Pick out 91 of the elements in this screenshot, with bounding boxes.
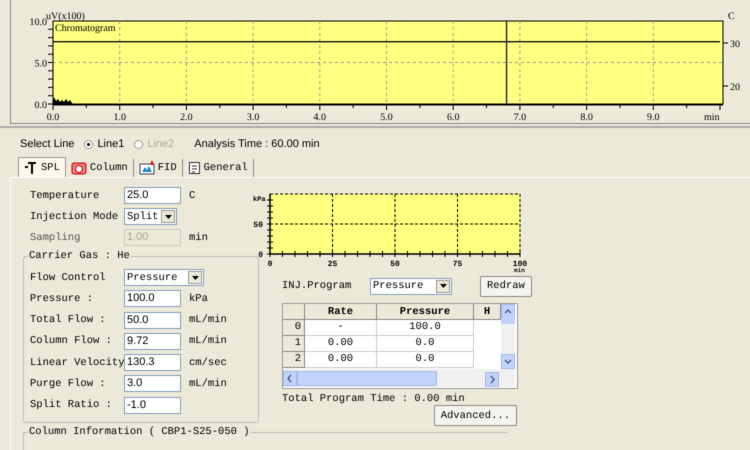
axis-tick-label: 5.0 bbox=[34, 58, 47, 70]
vertical-scrollbar[interactable] bbox=[501, 304, 515, 369]
input-field[interactable]: 130.3 bbox=[124, 354, 181, 372]
axis-tick-label: 75 bbox=[452, 260, 462, 269]
axis-tick-label: 0 bbox=[258, 251, 263, 260]
field-label: Purge Flow : bbox=[30, 378, 107, 390]
axis-tick-label: 10.0 bbox=[30, 17, 47, 28]
axis-tick-label: 0 bbox=[268, 260, 272, 269]
unit-label: cm/sec bbox=[189, 356, 227, 369]
axis-tick-label: 25 bbox=[328, 260, 338, 269]
unit-label: min bbox=[189, 232, 208, 244]
unit-label: mL/min bbox=[189, 378, 227, 390]
axis-tick-label: 100 bbox=[512, 260, 528, 269]
field-label: Split Ratio : bbox=[30, 399, 113, 412]
total-program-time-label: Total Program Time : 0.00 min bbox=[282, 393, 466, 405]
axis-tick-label: 50 bbox=[253, 221, 263, 230]
injector-icon bbox=[24, 160, 38, 174]
line-radio[interactable]: Line1 bbox=[84, 138, 124, 150]
horizontal-scrollbar[interactable] bbox=[283, 369, 515, 387]
field-label: Injection Mode bbox=[30, 210, 120, 222]
coil-icon bbox=[70, 161, 87, 175]
table-cell: 0.00 bbox=[305, 336, 377, 352]
column-header: H bbox=[474, 304, 501, 320]
axis-tick-label: 1.0 bbox=[113, 112, 126, 123]
axis-tick-label: 9.0 bbox=[647, 112, 660, 123]
table-cell: 0.0 bbox=[377, 352, 474, 368]
unit-label: mL/min bbox=[189, 314, 227, 326]
tab[interactable]: SPL bbox=[18, 157, 66, 177]
field-label: Flow Control bbox=[30, 272, 107, 284]
unit-label: mL/min bbox=[189, 335, 227, 348]
group-title: Column Information ( CBP1-S25-050 ) bbox=[28, 426, 251, 438]
field-label: Total Flow : bbox=[30, 314, 107, 326]
axis-tick-label: 6.0 bbox=[446, 112, 460, 123]
input-field[interactable]: 50.0 bbox=[124, 312, 181, 329]
chromatogram-trace bbox=[53, 97, 73, 104]
y-axis bbox=[266, 194, 274, 254]
table-cell: - bbox=[305, 320, 377, 336]
redraw-button[interactable]: Redraw bbox=[480, 276, 532, 296]
scroll-right-icon[interactable] bbox=[485, 369, 499, 387]
input-field[interactable]: -1.0 bbox=[124, 396, 181, 414]
y-axis-label: uV(x100) bbox=[46, 11, 85, 22]
axis-tick-label: 0.0 bbox=[34, 100, 47, 111]
row-header: 2 bbox=[283, 352, 305, 368]
table-cell: 0.00 bbox=[305, 352, 377, 368]
input-field[interactable]: 100.0 bbox=[124, 290, 181, 308]
advanced-button[interactable]: Advanced... bbox=[434, 405, 517, 426]
table-cell: 100.0 bbox=[377, 320, 474, 336]
input-field[interactable]: 25.0 bbox=[124, 187, 181, 204]
axis-tick-label: 30 bbox=[730, 39, 740, 50]
axis-tick-label: 4.0 bbox=[314, 112, 326, 123]
column-header: Pressure bbox=[377, 304, 474, 320]
field-label: Linear Velocity bbox=[30, 356, 124, 369]
select-line-label: Select Line bbox=[20, 138, 74, 150]
field-label: Sampling bbox=[30, 232, 82, 244]
row-header: 1 bbox=[283, 336, 305, 352]
column-header: Rate bbox=[305, 304, 377, 320]
table-cell: 0.0 bbox=[377, 336, 474, 352]
axis-tick-label: 7.0 bbox=[514, 112, 526, 123]
chart-title: Chromatogram bbox=[55, 23, 116, 34]
axis-tick-label: 50 bbox=[390, 260, 400, 269]
scroll-left-icon[interactable] bbox=[283, 370, 297, 386]
caret-icon bbox=[440, 284, 446, 288]
field-label: Column Flow : bbox=[30, 335, 113, 348]
scroll-down-icon[interactable] bbox=[501, 354, 515, 369]
right-axis-label: C bbox=[728, 11, 735, 22]
dropdown[interactable]: Split bbox=[124, 208, 177, 225]
analysis-time-label: Analysis Time : 60.00 min bbox=[194, 138, 320, 150]
x-axis-label: min bbox=[704, 112, 720, 123]
row-header: 0 bbox=[283, 320, 305, 336]
axis-tick-label: 2.0 bbox=[180, 112, 193, 123]
dropdown[interactable]: Pressure bbox=[124, 269, 204, 286]
dropdown[interactable]: Pressure bbox=[370, 278, 452, 294]
inj-program-label: INJ.Program bbox=[282, 280, 352, 292]
axis-tick-label: 8.0 bbox=[580, 112, 593, 123]
unit-label: kPa bbox=[189, 292, 208, 305]
header-corner bbox=[283, 304, 305, 320]
scroll-up-icon[interactable] bbox=[501, 304, 515, 319]
input-field[interactable]: 9.72 bbox=[124, 332, 181, 350]
axis-tick-label: 20 bbox=[730, 82, 740, 93]
axis-tick-label: 0.0 bbox=[46, 112, 60, 123]
caret-icon bbox=[164, 214, 172, 218]
axis-tick-label: 5.0 bbox=[380, 112, 393, 123]
field-label: Pressure : bbox=[30, 292, 94, 305]
unit-label: C bbox=[189, 190, 196, 202]
detector-icon bbox=[138, 161, 155, 175]
scroll-thumb[interactable] bbox=[297, 370, 437, 386]
axis-tick-label: 3.0 bbox=[246, 112, 260, 123]
caret-icon bbox=[192, 276, 198, 280]
document-icon bbox=[188, 161, 201, 175]
field-label: Temperature bbox=[30, 190, 100, 202]
input-field[interactable]: 3.0 bbox=[124, 375, 181, 392]
